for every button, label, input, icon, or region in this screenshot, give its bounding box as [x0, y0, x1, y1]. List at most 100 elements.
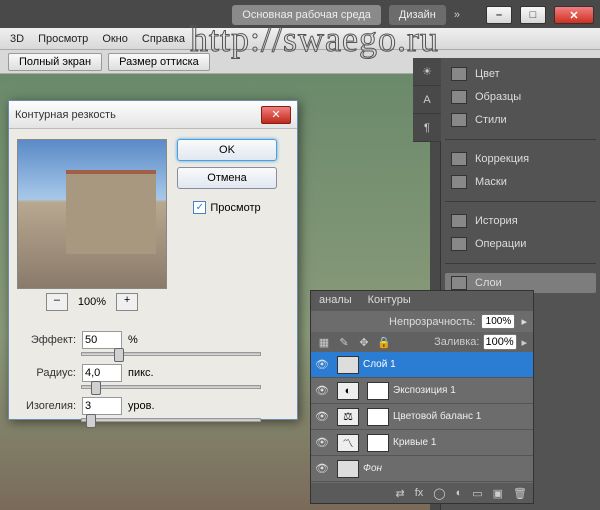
slider-thumb[interactable] — [91, 381, 101, 395]
layers-footer: ⇄ fx ◯ ◐ ▭ ▣ 🗑 — [311, 483, 533, 503]
play-icon — [451, 237, 467, 251]
opacity-input[interactable] — [481, 314, 515, 329]
preview-checkbox[interactable]: ✓ Просмотр — [193, 201, 260, 214]
adjustment-icon[interactable]: ◐ — [337, 382, 359, 400]
text-icon[interactable]: A — [413, 86, 441, 114]
layers-panel: аналы Контуры Непрозрачность: ▸ ▦ ✎ ✥ 🔒 … — [310, 290, 534, 504]
fill-chevron-icon[interactable]: ▸ — [521, 336, 527, 349]
paragraph-icon[interactable]: ¶ — [413, 114, 441, 142]
threshold-label: Изогелия: — [21, 400, 76, 412]
eye-icon[interactable]: 👁 — [311, 436, 333, 449]
window-minimize-button[interactable]: – — [486, 6, 512, 24]
checkbox-icon: ✓ — [193, 201, 206, 214]
layer-row[interactable]: 👁 Фон — [311, 456, 533, 482]
mask-add-icon[interactable]: ◯ — [433, 487, 445, 500]
mask-icon — [451, 175, 467, 189]
workspace-chevrons-icon[interactable]: » — [454, 9, 460, 21]
tab-channels[interactable]: аналы — [311, 291, 360, 311]
layers-icon — [451, 276, 467, 290]
layer-thumb[interactable] — [337, 460, 359, 478]
menu-help[interactable]: Справка — [142, 33, 185, 45]
opacity-chevron-icon[interactable]: ▸ — [521, 315, 527, 328]
workspace-other[interactable]: Дизайн — [389, 5, 446, 25]
fill-input[interactable] — [483, 334, 517, 350]
zoom-level: 100% — [78, 296, 106, 308]
fill-label: Заливка: — [434, 336, 479, 348]
layer-row[interactable]: 👁 〽 Кривые 1 — [311, 430, 533, 456]
effect-unit: % — [128, 334, 138, 346]
link-icon[interactable]: ⇄ — [395, 487, 404, 500]
panel-color[interactable]: Цвет — [445, 64, 596, 84]
mask-thumb[interactable] — [367, 408, 389, 426]
threshold-input[interactable] — [82, 397, 122, 415]
adjustment-icon[interactable]: 〽 — [337, 434, 359, 452]
layer-thumb[interactable] — [337, 356, 359, 374]
menu-window[interactable]: Окно — [102, 33, 128, 45]
panel-actions[interactable]: Операции — [445, 234, 596, 254]
layer-row[interactable]: 👁 ◐ Экспозиция 1 — [311, 378, 533, 404]
radius-input[interactable] — [82, 364, 122, 382]
zoom-out-button[interactable]: – — [46, 293, 68, 311]
adjust-icon — [451, 152, 467, 166]
fx-icon[interactable]: fx — [415, 487, 424, 499]
workspace-active[interactable]: Основная рабочая среда — [232, 5, 381, 25]
adjust-add-icon[interactable]: ◐ — [456, 487, 463, 499]
radius-unit: пикс. — [128, 367, 154, 379]
panel-history[interactable]: История — [445, 211, 596, 231]
eye-icon[interactable]: 👁 — [311, 410, 333, 423]
effect-slider[interactable] — [81, 352, 261, 356]
grid-icon — [451, 90, 467, 104]
folder-icon[interactable]: ▭ — [472, 487, 482, 500]
ok-button[interactable]: OK — [177, 139, 277, 161]
tab-paths[interactable]: Контуры — [360, 291, 419, 311]
trash-icon[interactable]: 🗑 — [513, 487, 527, 500]
brightness-icon[interactable]: ☀ — [413, 58, 441, 86]
menu-view[interactable]: Просмотр — [38, 33, 88, 45]
radius-slider[interactable] — [81, 385, 261, 389]
window-close-button[interactable]: ✕ — [554, 6, 594, 24]
collapsed-icon-strip: ☀ A ¶ — [413, 58, 441, 142]
dialog-titlebar[interactable]: Контурная резкость ✕ — [9, 101, 297, 129]
radius-label: Радиус: — [21, 367, 76, 379]
lock-all-icon[interactable]: 🔒 — [377, 335, 391, 349]
layer-row[interactable]: 👁 Слой 1 — [311, 352, 533, 378]
layers-panel-tabs: аналы Контуры — [311, 291, 533, 311]
layer-row[interactable]: 👁 ⚖ Цветовой баланс 1 — [311, 404, 533, 430]
dialog-close-button[interactable]: ✕ — [261, 106, 291, 124]
new-layer-icon[interactable]: ▣ — [493, 487, 503, 500]
window-maximize-button[interactable]: □ — [520, 6, 546, 24]
dialog-title-text: Контурная резкость — [15, 109, 116, 121]
menu-3d[interactable]: 3D — [10, 33, 24, 45]
effect-label: Эффект: — [21, 334, 76, 346]
threshold-slider[interactable] — [81, 418, 261, 422]
preview-image[interactable] — [17, 139, 167, 289]
eye-icon[interactable]: 👁 — [311, 462, 333, 475]
smart-sharpen-dialog: Контурная резкость ✕ – 100% + OK Отмена … — [8, 100, 298, 420]
mask-thumb[interactable] — [367, 382, 389, 400]
styles-icon — [451, 113, 467, 127]
lock-pixels-icon[interactable]: ▦ — [317, 335, 331, 349]
panel-styles[interactable]: Стили — [445, 110, 596, 130]
lock-brush-icon[interactable]: ✎ — [337, 335, 351, 349]
slider-thumb[interactable] — [114, 348, 124, 362]
history-icon — [451, 214, 467, 228]
panel-swatches[interactable]: Образцы — [445, 87, 596, 107]
eye-icon[interactable]: 👁 — [311, 384, 333, 397]
printsize-button[interactable]: Размер оттиска — [108, 53, 210, 71]
opacity-label: Непрозрачность: — [389, 316, 475, 328]
zoom-in-button[interactable]: + — [116, 293, 138, 311]
swatch-icon — [451, 67, 467, 81]
panel-masks[interactable]: Маски — [445, 172, 596, 192]
mask-thumb[interactable] — [367, 434, 389, 452]
effect-input[interactable] — [82, 331, 122, 349]
lock-move-icon[interactable]: ✥ — [357, 335, 371, 349]
workspace-bar: Основная рабочая среда Дизайн » – □ ✕ — [0, 2, 600, 28]
panel-adjustments[interactable]: Коррекция — [445, 149, 596, 169]
slider-thumb[interactable] — [86, 414, 96, 428]
adjustment-icon[interactable]: ⚖ — [337, 408, 359, 426]
layers-list: 👁 Слой 1 👁 ◐ Экспозиция 1 👁 ⚖ Цветовой б… — [311, 352, 533, 482]
cancel-button[interactable]: Отмена — [177, 167, 277, 189]
threshold-unit: уров. — [128, 400, 155, 412]
fullscreen-button[interactable]: Полный экран — [8, 53, 102, 71]
eye-icon[interactable]: 👁 — [311, 358, 333, 371]
